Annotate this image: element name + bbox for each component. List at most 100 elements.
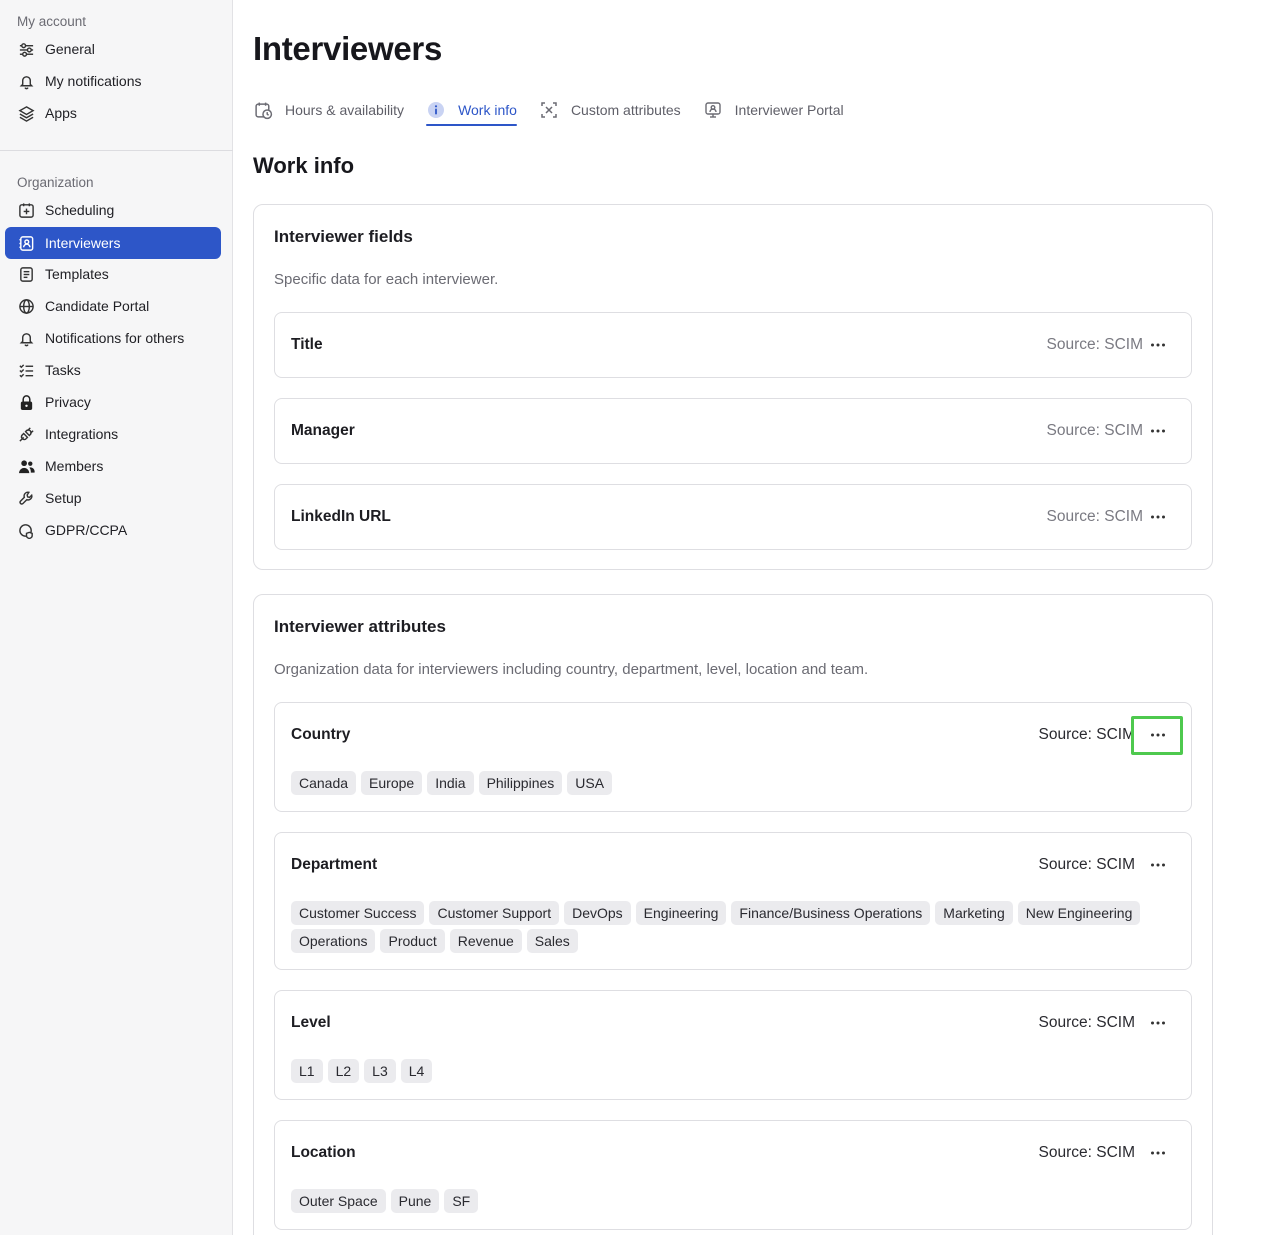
calendar-plus-icon: [17, 201, 35, 219]
tab-label: Work info: [458, 102, 517, 118]
sidebar-item-scheduling[interactable]: Scheduling: [5, 194, 221, 226]
sidebar-item-label: Apps: [45, 105, 77, 121]
more-options-button[interactable]: [1145, 421, 1171, 441]
value-chip: Customer Success: [291, 901, 425, 925]
sidebar-item-label: Privacy: [45, 394, 91, 410]
field-row-linkedin-url: LinkedIn URL Source: SCIM: [274, 484, 1192, 550]
source-label: Source: SCIM: [1046, 508, 1143, 525]
sidebar-item-notifications-for-others[interactable]: Notifications for others: [5, 322, 221, 354]
tab-custom-attributes[interactable]: Custom attributes: [539, 96, 681, 124]
ellipsis-icon: [1151, 863, 1165, 867]
tab-bar: Hours & availability Work info Custom at…: [253, 96, 866, 126]
sidebar-divider: [0, 150, 233, 151]
value-chip: Canada: [291, 771, 357, 795]
value-chip: Marketing: [935, 901, 1013, 925]
contacts-book-icon: [17, 234, 35, 252]
value-chip: Philippines: [478, 771, 563, 795]
field-row-manager: Manager Source: SCIM: [274, 398, 1192, 464]
card-title: Interviewer attributes: [274, 617, 446, 636]
sidebar-item-general[interactable]: General: [5, 33, 221, 65]
source-label: Source: SCIM: [1046, 422, 1143, 439]
interviewer-attributes-card: Interviewer attributes Organization data…: [253, 594, 1213, 1235]
source-label: Source: SCIM: [1038, 1144, 1135, 1161]
attribute-label: Country: [291, 726, 351, 743]
value-chip: Outer Space: [291, 1189, 386, 1213]
source-label: Source: SCIM: [1038, 726, 1135, 743]
shield-icon: [17, 521, 35, 539]
sidebar-item-integrations[interactable]: Integrations: [5, 418, 221, 450]
field-label: LinkedIn URL: [291, 508, 391, 525]
layers-icon: [17, 104, 35, 122]
more-options-button[interactable]: [1145, 1143, 1171, 1163]
more-options-button[interactable]: [1145, 855, 1171, 875]
attribute-label: Location: [291, 1144, 356, 1161]
tab-label: Hours & availability: [285, 102, 405, 118]
sidebar-item-candidate-portal[interactable]: Candidate Portal: [5, 290, 221, 322]
sidebar-item-label: Templates: [45, 266, 109, 282]
sidebar-item-members[interactable]: Members: [5, 450, 221, 482]
sidebar-item-privacy[interactable]: Privacy: [5, 386, 221, 418]
plug-icon: [17, 425, 35, 443]
value-chip: Engineering: [635, 901, 727, 925]
sidebar-item-setup[interactable]: Setup: [5, 482, 221, 514]
tab-label: Interviewer Portal: [734, 102, 844, 118]
attribute-row-level: Level Source: SCIM L1 L2 L3 L4: [274, 990, 1192, 1100]
sidebar-item-label: My notifications: [45, 73, 142, 89]
tab-hours-availability[interactable]: Hours & availability: [253, 96, 404, 124]
source-label: Source: SCIM: [1046, 336, 1143, 353]
sidebar-item-my-notifications[interactable]: My notifications: [5, 65, 221, 97]
value-chip: L4: [400, 1059, 433, 1083]
sidebar-item-label: Notifications for others: [45, 330, 185, 346]
section-title: Work info: [253, 153, 355, 178]
card-description: Organization data for interviewers inclu…: [274, 661, 869, 678]
sidebar-item-gdpr-ccpa[interactable]: GDPR/CCPA: [5, 514, 221, 546]
page-title: Interviewers: [253, 30, 443, 67]
tab-label: Custom attributes: [570, 102, 681, 118]
value-chip: Europe: [361, 771, 423, 795]
sidebar-item-tasks[interactable]: Tasks: [5, 354, 221, 386]
more-options-button[interactable]: [1145, 1013, 1171, 1033]
value-chip: Sales: [526, 929, 578, 953]
value-chip: USA: [567, 771, 613, 795]
value-chip: Revenue: [449, 929, 522, 953]
sidebar-item-apps[interactable]: Apps: [5, 97, 221, 129]
ellipsis-icon: [1151, 1151, 1165, 1155]
tab-interviewer-portal[interactable]: Interviewer Portal: [703, 96, 844, 124]
value-chips: Outer Space Pune SF: [291, 1189, 1171, 1217]
field-row-title: Title Source: SCIM: [274, 312, 1192, 378]
value-chip: India: [427, 771, 474, 795]
sliders-icon: [17, 40, 35, 58]
sidebar-item-interviewers[interactable]: Interviewers: [5, 227, 221, 259]
value-chip: L3: [364, 1059, 396, 1083]
sidebar-item-label: Interviewers: [45, 235, 121, 251]
interviewer-fields-card: Interviewer fields Specific data for eac…: [253, 204, 1213, 570]
value-chip: SF: [444, 1189, 479, 1213]
globe-icon: [17, 297, 35, 315]
attribute-row-department: Department Source: SCIM Customer Success…: [274, 832, 1192, 970]
attribute-row-location: Location Source: SCIM Outer Space Pune S…: [274, 1120, 1192, 1230]
organization-heading: Organization: [17, 175, 94, 190]
calendar-clock-icon: [253, 100, 273, 120]
card-description: Specific data for each interviewer.: [274, 271, 499, 288]
tab-work-info[interactable]: Work info: [426, 96, 517, 126]
card-title: Interviewer fields: [274, 227, 413, 246]
field-label: Title: [291, 336, 323, 353]
portal-icon: [703, 100, 723, 120]
value-chip: L2: [327, 1059, 360, 1083]
my-account-heading: My account: [17, 14, 87, 29]
sidebar: My account General My notifications Apps…: [0, 0, 233, 1235]
more-options-button[interactable]: [1145, 507, 1171, 527]
lock-icon: [17, 393, 35, 411]
value-chip: New Engineering: [1017, 901, 1141, 925]
users-icon: [17, 457, 35, 475]
ellipsis-icon: [1151, 1021, 1165, 1025]
bell-icon: [17, 329, 35, 347]
sidebar-item-templates[interactable]: Templates: [5, 258, 221, 290]
more-options-button[interactable]: [1145, 335, 1171, 355]
info-icon: [426, 100, 446, 120]
attribute-label: Department: [291, 856, 378, 873]
wrench-icon: [17, 489, 35, 507]
value-chip: Product: [380, 929, 445, 953]
sidebar-item-label: Members: [45, 458, 104, 474]
value-chip: Finance/Business Operations: [731, 901, 931, 925]
